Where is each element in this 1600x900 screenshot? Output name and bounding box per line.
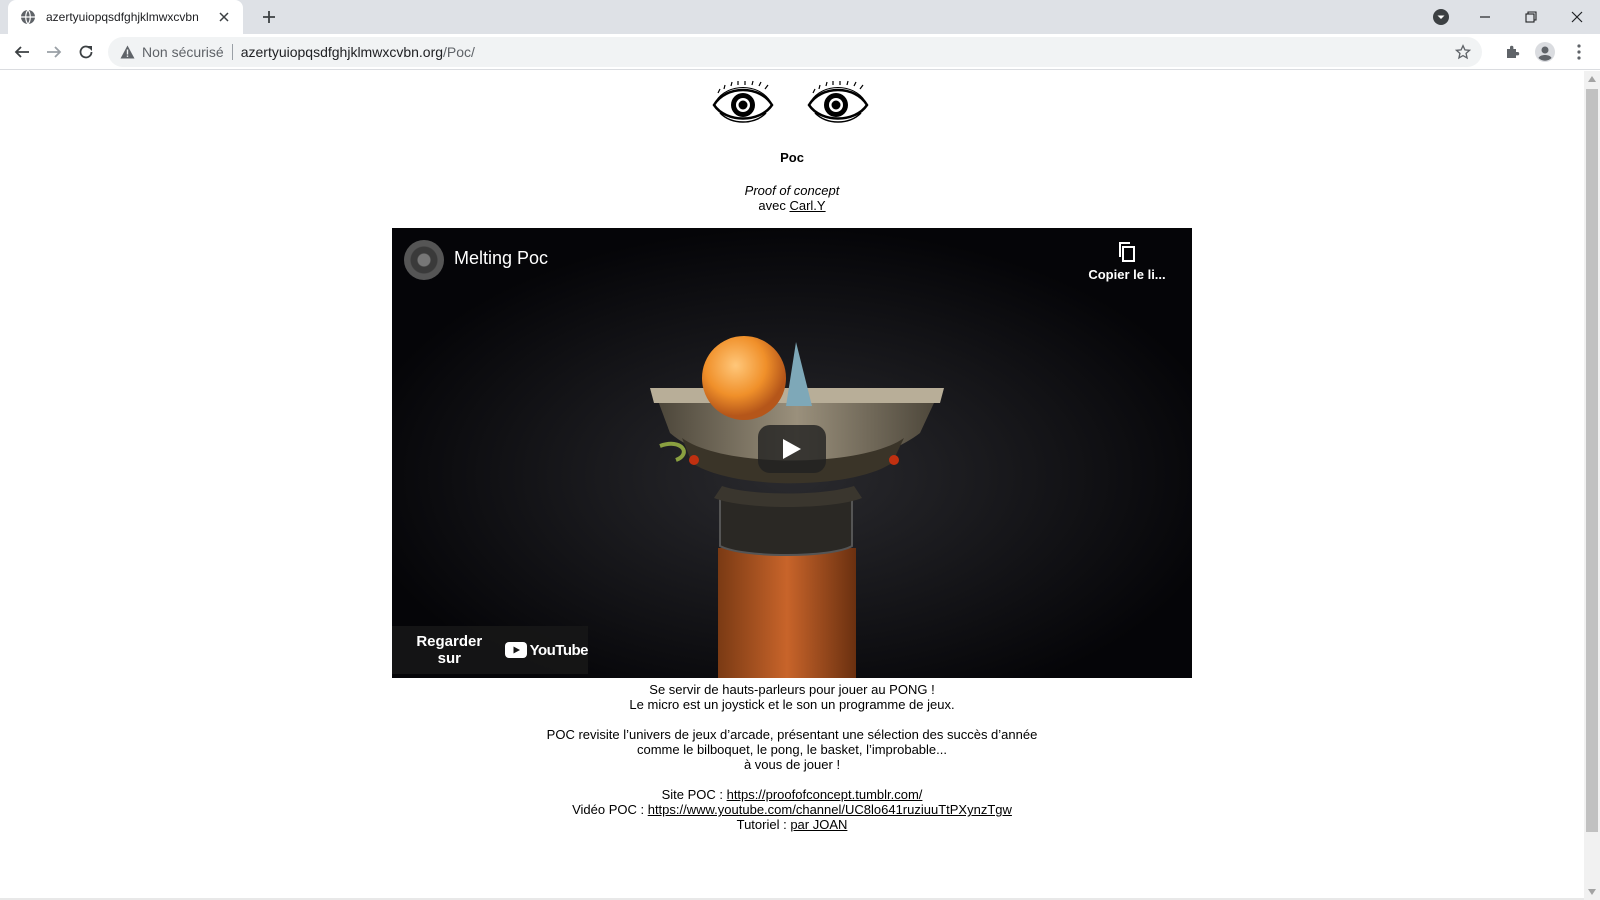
puzzle-icon[interactable] <box>1502 41 1524 63</box>
browser-toolbar: Non sécurisé azertyuiopqsdfghjklmwxcvbn.… <box>0 34 1600 70</box>
video-channel-link[interactable]: https://www.youtube.com/channel/UC8lo641… <box>648 802 1012 817</box>
youtube-logo: YouTube <box>504 641 589 659</box>
kebab-menu-icon[interactable] <box>1568 41 1590 63</box>
url-host: azertyuiopqsdfghjklmwxcvbn.org <box>240 44 444 60</box>
copy-link-label: Copier le li... <box>1088 267 1166 282</box>
video-embed[interactable]: Melting Poc Copier le li... Regarder sur… <box>392 228 1192 678</box>
copy-icon <box>1119 242 1135 262</box>
globe-icon <box>20 9 36 25</box>
credit-prefix: avec <box>758 198 790 213</box>
tutorial-link[interactable]: par JOAN <box>790 817 847 832</box>
url-text[interactable]: azertyuiopqsdfghjklmwxcvbn.org/Poc/ <box>241 44 475 60</box>
close-window-icon[interactable] <box>1554 0 1600 34</box>
star-icon[interactable] <box>1454 43 1472 61</box>
page-title: Poc <box>780 150 804 165</box>
tab-strip: azertyuiopqsdfghjklmwxcvbn <box>0 0 1600 34</box>
credit-line: avec Carl.Y <box>0 198 1584 213</box>
scroll-down-arrow-icon[interactable] <box>1584 884 1600 900</box>
page-subtitle: Proof of concept <box>744 183 840 198</box>
description-line: POC revisite l’univers de jeux d’arcade,… <box>546 727 1038 742</box>
description-line: comme le bilboquet, le pong, le basket, … <box>636 742 947 757</box>
restore-icon[interactable] <box>1508 0 1554 34</box>
copy-link-button[interactable]: Copier le li... <box>1072 240 1182 290</box>
description-line: Se servir de hauts-parleurs pour jouer a… <box>649 682 935 697</box>
reload-icon[interactable] <box>72 38 100 66</box>
back-arrow-icon[interactable] <box>8 38 36 66</box>
tab-title: azertyuiopqsdfghjklmwxcvbn <box>46 10 199 24</box>
warning-triangle-icon[interactable] <box>118 43 136 61</box>
scrollbar-thumb[interactable] <box>1586 89 1598 832</box>
eyes-logo <box>712 80 869 123</box>
avatar-icon[interactable] <box>1534 41 1556 63</box>
page-viewport: Poc Proof of concept avec Carl.Y Melting… <box>0 71 1584 900</box>
tutorial-label: Tutoriel : <box>736 817 791 832</box>
tutorial-link-line: Tutoriel : par JOAN <box>0 817 1584 832</box>
security-status[interactable]: Non sécurisé <box>142 44 224 60</box>
minimize-icon[interactable] <box>1462 0 1508 34</box>
scroll-up-arrow-icon[interactable] <box>1584 71 1600 87</box>
youtube-icon <box>504 642 527 658</box>
close-icon[interactable] <box>215 8 233 26</box>
video-label: Vidéo POC : <box>572 802 648 817</box>
video-link-line: Vidéo POC : https://www.youtube.com/chan… <box>0 802 1584 817</box>
description-line: à vous de jouer ! <box>743 757 841 772</box>
address-bar[interactable]: Non sécurisé azertyuiopqsdfghjklmwxcvbn.… <box>108 37 1482 67</box>
site-label: Site POC : <box>661 787 727 802</box>
channel-avatar[interactable] <box>404 240 444 280</box>
video-title[interactable]: Melting Poc <box>454 248 548 269</box>
description-line: Le micro est un joystick et le son un pr… <box>629 697 955 712</box>
youtube-wordmark: YouTube <box>529 641 589 659</box>
chevron-down-circle-icon[interactable] <box>1418 0 1464 34</box>
plus-icon[interactable] <box>258 6 280 28</box>
vertical-scrollbar[interactable] <box>1584 71 1600 900</box>
watch-on-label: Regarder sur <box>416 633 483 667</box>
play-icon <box>783 439 801 459</box>
credit-link[interactable]: Carl.Y <box>789 198 825 213</box>
watch-on-youtube-button[interactable]: Regarder sur YouTube <box>392 626 589 674</box>
site-link-line: Site POC : https://proofofconcept.tumblr… <box>0 787 1584 802</box>
browser-tab[interactable]: azertyuiopqsdfghjklmwxcvbn <box>8 0 243 34</box>
url-path: /Poc/ <box>443 44 475 60</box>
site-link[interactable]: https://proofofconcept.tumblr.com/ <box>727 787 923 802</box>
forward-arrow-icon[interactable] <box>40 38 68 66</box>
play-button[interactable] <box>758 425 826 473</box>
omnibox-divider <box>231 44 233 60</box>
